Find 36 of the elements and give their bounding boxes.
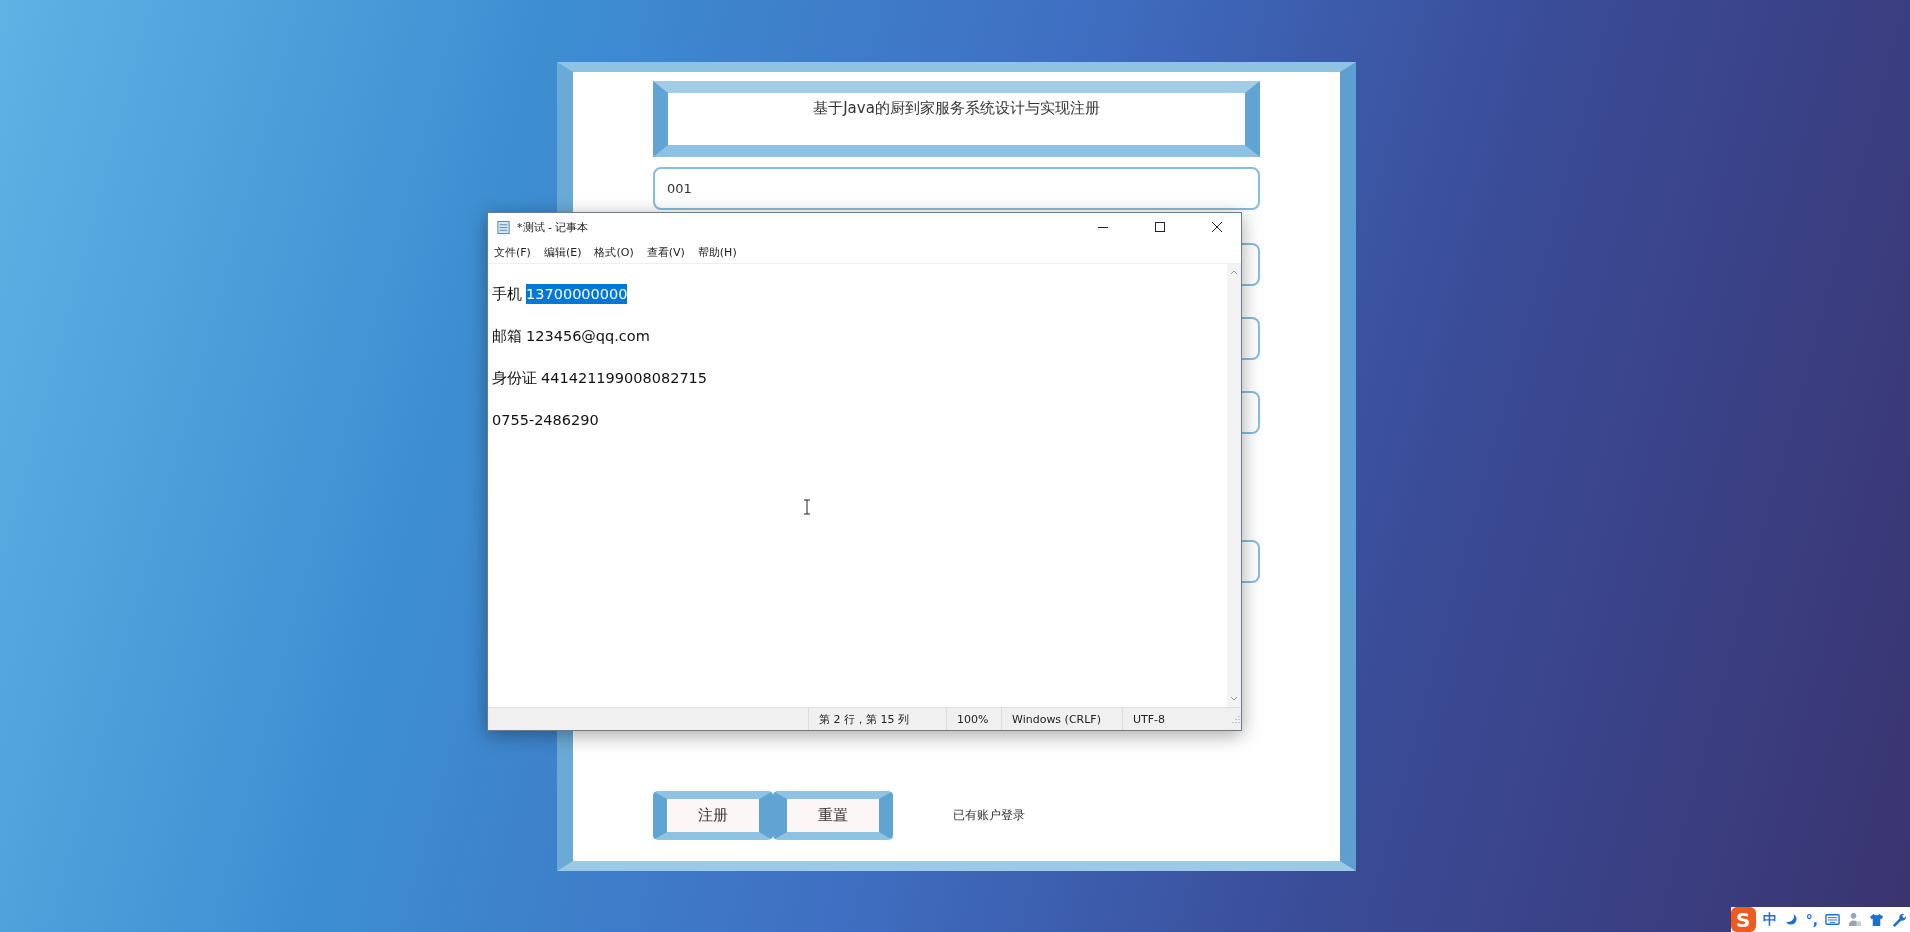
text-line: 手机 [492,285,522,304]
menu-item[interactable]: 格式(O) [594,244,634,260]
wrench-icon[interactable] [1891,912,1906,927]
form-title: 基于Java的厨到家服务系统设计与实现注册 [813,99,1100,119]
scroll-up-icon[interactable] [1229,268,1239,276]
status-text: Windows (CRLF) [1001,708,1122,730]
window-title: *测试 - 记事本 [517,219,589,235]
notepad-icon [496,219,511,235]
status-text: UTF-8 [1122,708,1222,730]
input-field[interactable]: 001 [653,167,1260,210]
text-cursor-icon [803,499,811,515]
menu-item[interactable]: 帮助(H) [697,244,737,260]
scrollbar[interactable] [1227,264,1241,707]
text-line: 邮箱 [492,327,522,346]
status-text: 第 2 行，第 15 列 [808,708,946,730]
form-button[interactable]: 重置 [773,791,893,840]
ime-mode[interactable]: 中 [1762,910,1777,929]
user-icon[interactable] [1847,912,1862,927]
resize-grip-icon[interactable] [1231,714,1241,724]
scroll-down-icon[interactable] [1229,695,1239,703]
text-line: 123456@qq.com [526,327,650,346]
text-line: 441421199008082715 [541,369,708,388]
text-line: 身份证 [492,369,537,388]
menu-item[interactable]: 文件(F) [494,244,531,260]
status-text: 100% [946,708,1001,730]
text-area[interactable]: 手机 13700000000 邮箱 123456@qq.com 身份证 441421199008082715 0755-2486290 [488,264,1227,707]
maximize-icon[interactable] [1154,221,1166,233]
text-line: 0755-2486290 [492,411,599,430]
menu-item[interactable]: 查看(V) [646,244,685,260]
keyboard-icon[interactable] [1825,912,1840,927]
menu-item[interactable]: 编辑(E) [543,244,582,260]
close-icon[interactable] [1211,221,1223,233]
login-link[interactable]: 已有账户登录 [953,807,1025,824]
form-button[interactable]: 注册 [653,791,773,840]
ime-mode[interactable]: °, [1805,911,1818,928]
shirt-icon[interactable] [1869,912,1884,927]
